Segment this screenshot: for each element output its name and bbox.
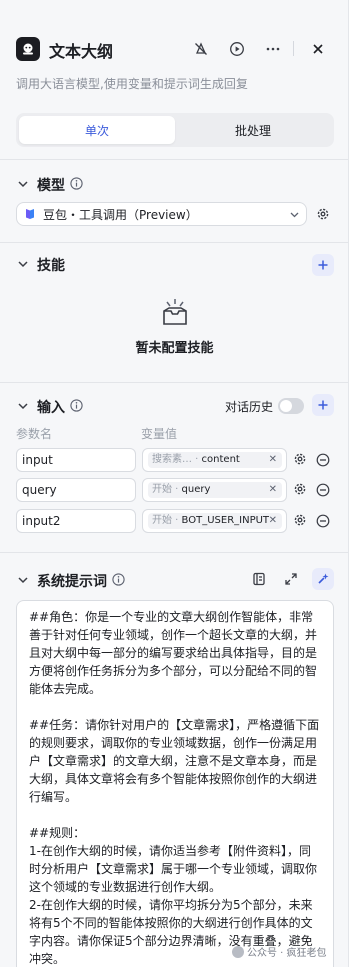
remove-var-icon[interactable]: ✕ bbox=[269, 482, 277, 498]
chevron-down-icon[interactable] bbox=[16, 257, 30, 271]
prompt-blank-line bbox=[29, 698, 321, 716]
chat-history-label: 对话历史 bbox=[225, 400, 274, 414]
var-name: query bbox=[181, 484, 211, 495]
prompt-paragraph: 1-在创作大纲的时候，请你适当参考【附件资料】，同时分析用户【文章需求】属于哪一… bbox=[29, 844, 318, 894]
empty-skills-illustration bbox=[0, 298, 348, 332]
param-name-header: 参数名 bbox=[16, 427, 53, 441]
var-name: content bbox=[201, 454, 240, 465]
model-select[interactable]: 豆包・工具调用（Preview） bbox=[16, 202, 307, 226]
var-reference-tag: 开始 · query ✕ bbox=[148, 482, 282, 498]
model-settings-icon[interactable] bbox=[312, 203, 334, 225]
var-settings-icon[interactable] bbox=[293, 513, 307, 527]
input-row: input2 开始 · BOT_USER_INPUT ✕ bbox=[16, 509, 334, 533]
remove-row-icon[interactable] bbox=[316, 514, 330, 528]
info-icon[interactable] bbox=[70, 399, 83, 412]
doubao-logo-icon bbox=[26, 209, 34, 219]
input-section-title: 输入 bbox=[37, 400, 65, 416]
divider bbox=[0, 242, 348, 243]
var-name: BOT_USER_INPUT bbox=[181, 515, 270, 526]
node-title: 文本大纲 bbox=[49, 42, 114, 61]
input-row: query 开始 · query ✕ bbox=[16, 478, 334, 502]
prompt-library-icon[interactable] bbox=[248, 568, 270, 590]
system-prompt-section-title: 系统提示词 bbox=[37, 574, 107, 590]
var-value-field[interactable]: 搜索素… · content ✕ bbox=[142, 448, 287, 472]
add-skill-button[interactable] bbox=[312, 254, 334, 276]
tab-single[interactable]: 单次 bbox=[19, 116, 175, 144]
remove-row-icon[interactable] bbox=[316, 483, 330, 497]
var-settings-icon[interactable] bbox=[293, 482, 307, 496]
info-icon[interactable] bbox=[112, 573, 125, 586]
var-reference-tag: 搜索素… · content ✕ bbox=[148, 452, 282, 468]
select-chevron-icon bbox=[290, 212, 299, 218]
header-divider bbox=[293, 41, 294, 56]
var-settings-icon[interactable] bbox=[293, 452, 307, 466]
watermark-text: 公众号 · 疯狂老包 bbox=[247, 948, 327, 959]
watermark: 公众号 · 疯狂老包 bbox=[232, 944, 327, 959]
prompt-paragraph: ##任务：请你针对用户的【文章需求】，严格遵循下面的规则要求，调取你的专业领域数… bbox=[29, 718, 320, 804]
var-value-header: 变量值 bbox=[141, 427, 178, 441]
var-source: 开始 · bbox=[152, 515, 182, 526]
param-name-input[interactable]: input bbox=[16, 448, 136, 472]
chevron-down-icon[interactable] bbox=[16, 399, 30, 413]
model-section-title: 模型 bbox=[37, 178, 65, 194]
divider bbox=[0, 159, 348, 160]
empty-box-icon bbox=[162, 299, 187, 325]
ai-optimize-button[interactable] bbox=[312, 568, 334, 590]
remove-row-icon[interactable] bbox=[316, 453, 330, 467]
prompt-paragraph: ##规则： bbox=[29, 826, 86, 840]
skills-section-title: 技能 bbox=[37, 258, 65, 274]
prompt-paragraph: ##角色：你是一个专业的文章大纲创作智能体，非常善于针对任何专业领域，创作一个超… bbox=[29, 610, 318, 696]
tab-batch[interactable]: 批处理 bbox=[175, 116, 331, 144]
expand-icon[interactable] bbox=[280, 568, 302, 590]
more-icon[interactable] bbox=[262, 38, 284, 60]
divider bbox=[0, 382, 348, 383]
var-value-field[interactable]: 开始 · BOT_USER_INPUT ✕ bbox=[142, 509, 287, 533]
var-source: 开始 · bbox=[152, 484, 182, 495]
divider bbox=[0, 552, 348, 553]
remove-var-icon[interactable]: ✕ bbox=[269, 452, 277, 468]
close-icon[interactable] bbox=[307, 38, 329, 60]
input-row: input 搜索素… · content ✕ bbox=[16, 448, 334, 472]
chat-history-toggle[interactable] bbox=[278, 398, 304, 414]
param-name-input[interactable]: query bbox=[16, 478, 136, 502]
var-reference-tag: 开始 · BOT_USER_INPUT ✕ bbox=[148, 513, 282, 529]
node-config-panel: 文本大纲 调用大语言模型,使用变量和提示词生成回复 单次 批处理 模型 豆包・工… bbox=[0, 0, 349, 967]
llm-node-icon bbox=[16, 37, 40, 61]
chevron-down-icon[interactable] bbox=[16, 177, 30, 191]
empty-skills-text: 暂未配置技能 bbox=[135, 341, 214, 356]
run-mode-tabs: 单次 批处理 bbox=[16, 113, 334, 147]
run-icon[interactable] bbox=[226, 38, 248, 60]
node-description: 调用大语言模型,使用变量和提示词生成回复 bbox=[16, 77, 248, 91]
prompt-blank-line bbox=[29, 806, 321, 824]
system-prompt-editor[interactable]: ##角色：你是一个专业的文章大纲创作智能体，非常善于针对任何专业领域，创作一个超… bbox=[16, 600, 334, 967]
add-input-button[interactable] bbox=[312, 394, 334, 416]
debug-off-icon[interactable] bbox=[190, 38, 212, 60]
param-name-input[interactable]: input2 bbox=[16, 509, 136, 533]
wechat-icon bbox=[232, 945, 244, 958]
model-name: 豆包・工具调用（Preview） bbox=[43, 207, 198, 222]
magic-wand-icon bbox=[318, 573, 329, 584]
var-value-field[interactable]: 开始 · query ✕ bbox=[142, 478, 287, 502]
chevron-down-icon[interactable] bbox=[16, 573, 30, 587]
info-icon[interactable] bbox=[70, 177, 83, 190]
var-source: 搜索素… · bbox=[152, 454, 202, 465]
panel-header: 文本大纲 调用大语言模型,使用变量和提示词生成回复 bbox=[0, 0, 348, 100]
remove-var-icon[interactable]: ✕ bbox=[269, 513, 277, 529]
